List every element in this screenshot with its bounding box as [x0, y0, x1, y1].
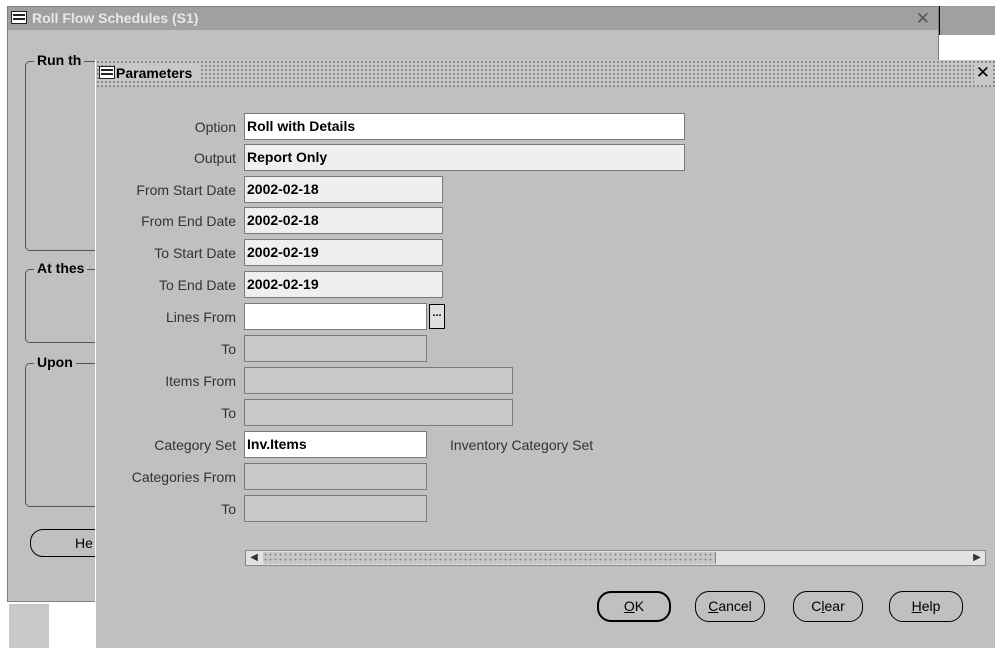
close-icon[interactable]: ✕	[916, 9, 930, 29]
categories-to-field[interactable]	[244, 495, 427, 522]
horizontal-scrollbar[interactable]: ◀ ▶	[245, 550, 986, 566]
cancel-label: ancel	[718, 598, 752, 614]
lines-to-field[interactable]	[244, 335, 427, 362]
category-set-label: Category Set	[154, 437, 236, 453]
clear-button[interactable]: Clear	[793, 591, 863, 622]
from-start-date-field[interactable]: 2002-02-18	[244, 176, 443, 203]
to-end-date-label: To End Date	[158, 277, 236, 293]
to-start-date-label: To Start Date	[154, 245, 236, 261]
app-icon	[11, 11, 27, 24]
items-from-field[interactable]	[244, 367, 513, 394]
items-to-label: To	[221, 405, 236, 421]
scroll-left-icon[interactable]: ◀	[246, 551, 262, 565]
category-set-field[interactable]: Inv.Items	[244, 431, 427, 458]
lines-to-label: To	[221, 341, 236, 357]
cancel-mnemonic: C	[708, 598, 719, 614]
items-from-label: Items From	[165, 373, 236, 389]
to-start-date-field[interactable]: 2002-02-19	[244, 239, 443, 266]
from-end-date-label: From End Date	[141, 213, 236, 229]
app-icon	[99, 66, 115, 79]
category-set-description: Inventory Category Set	[450, 437, 594, 453]
group-label-upon-completion: Upon	[34, 354, 76, 370]
help-label: elp	[921, 598, 941, 614]
scrollbar-thumb[interactable]	[263, 552, 716, 564]
items-to-field[interactable]	[244, 399, 513, 426]
lines-from-field[interactable]	[244, 303, 427, 330]
dialog-title: Parameters	[116, 65, 201, 81]
from-end-date-field[interactable]: 2002-02-18	[244, 207, 443, 234]
group-label-at-times: At thes	[34, 260, 88, 276]
to-end-date-field[interactable]: 2002-02-19	[244, 271, 443, 298]
help-mnemonic: H	[911, 598, 922, 614]
output-label: Output	[193, 150, 236, 166]
background-window-title: Roll Flow Schedules (S1)	[32, 10, 199, 26]
ok-label: K	[634, 598, 645, 614]
categories-from-field[interactable]	[244, 463, 427, 490]
lov-button[interactable]: ...	[429, 304, 445, 329]
lines-from-label: Lines From	[165, 309, 236, 325]
ok-button[interactable]: OK	[597, 591, 671, 622]
background-window-titlebar: Roll Flow Schedules (S1) ✕	[8, 7, 938, 30]
option-field[interactable]: Roll with Details	[244, 113, 685, 140]
cancel-button[interactable]: Cancel	[695, 591, 765, 622]
clear-label: ear	[824, 598, 845, 614]
clear-label-pre: C	[811, 598, 822, 614]
categories-from-label: Categories From	[131, 469, 236, 485]
from-start-date-label: From Start Date	[136, 182, 236, 198]
group-label-run-request: Run th	[34, 52, 85, 68]
categories-to-label: To	[221, 501, 236, 517]
dialog-titlebar[interactable]: Parameters ✕	[96, 60, 995, 87]
close-icon[interactable]: ✕	[973, 63, 992, 83]
ok-mnemonic: O	[623, 598, 635, 614]
background-titlebar-strip	[939, 6, 995, 35]
option-label: Option	[194, 119, 236, 135]
background-bottom-area	[7, 602, 95, 648]
output-field[interactable]: Report Only	[244, 144, 685, 171]
parameters-dialog: Parameters ✕ Option Roll with Details Ou…	[95, 60, 995, 648]
scroll-right-icon[interactable]: ▶	[969, 551, 985, 565]
help-button[interactable]: Help	[889, 591, 963, 622]
